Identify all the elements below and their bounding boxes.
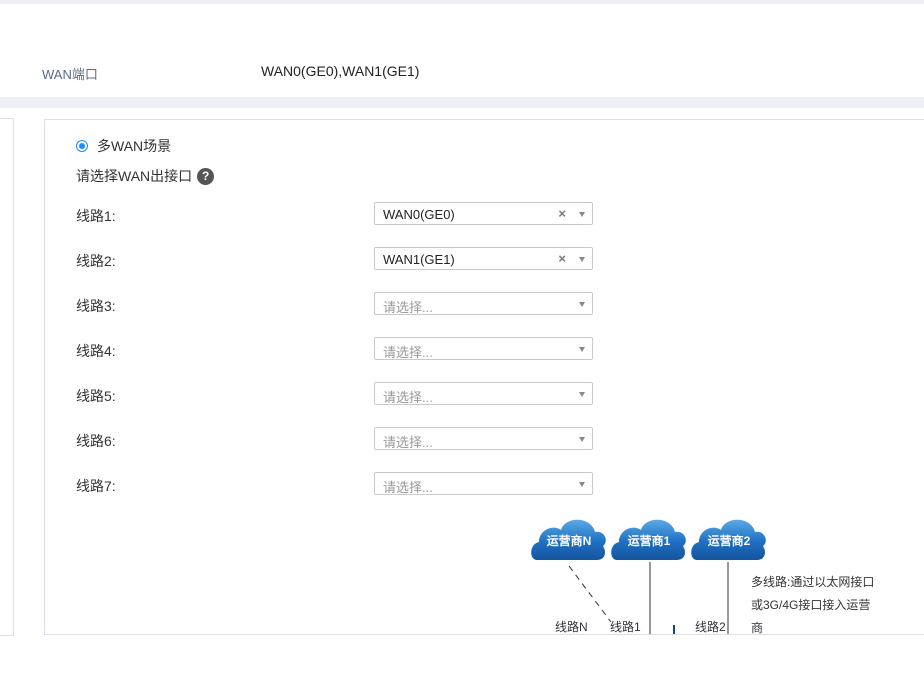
multi-wan-radio[interactable]: 多WAN场景 [76,136,171,156]
radio-button-selected[interactable] [76,140,88,152]
line-label-1: 线路1 [610,619,641,634]
line-label-2: 线路2 [695,619,726,634]
diagram-description: 多线路:通过以太网接口或3G/4G接口接入运营商 [751,575,875,635]
line-2-select[interactable]: WAN1(GE1) × [374,247,593,270]
line-row-2: 线路2: WAN1(GE1) × [76,247,596,271]
line-3-select[interactable]: 请选择... [374,292,593,315]
line-row-3: 线路3: 请选择... [76,292,596,316]
select-placeholder: 请选择... [383,300,433,315]
multi-wan-radio-label: 多WAN场景 [97,138,172,154]
line-5-select[interactable]: 请选择... [374,382,593,405]
chevron-down-icon[interactable] [579,482,585,487]
line-label: 线路6: [76,433,116,449]
wan-port-value: WAN0(GE0),WAN1(GE1) [261,63,420,79]
line-row-4: 线路4: 请选择... [76,337,596,361]
line-7-select[interactable]: 请选择... [374,472,593,495]
chevron-down-icon[interactable] [579,392,585,397]
line-label: 线路3: [76,298,116,314]
cloud-icon-isp-2: 运营商2 [691,519,766,560]
chevron-down-icon[interactable] [579,437,585,442]
multi-wan-panel: 多WAN场景 请选择WAN出接口 ? 线路1: WAN0(GE0) × 线路2:… [44,119,924,635]
select-placeholder: 请选择... [383,480,433,495]
clear-icon[interactable]: × [558,206,566,221]
line-row-1: 线路1: WAN0(GE0) × [76,202,596,226]
select-value: WAN1(GE1) [383,252,455,267]
cloud-label-isp-1: 运营商1 [628,533,671,548]
help-icon[interactable]: ? [197,167,215,185]
line-label: 线路5: [76,388,116,404]
line-label: 线路4: [76,343,116,359]
chevron-down-icon[interactable] [579,302,585,307]
wan-select-title-text: 请选择WAN出接口 [76,168,193,184]
line-row-5: 线路5: 请选择... [76,382,596,406]
line-label-n: 线路N [555,619,588,634]
multi-line-diagram: 运营商N 运营商1 运营商2 线路N 线路1 线路2 [531,519,766,634]
section-divider [0,97,924,108]
select-value: WAN0(GE0) [383,207,455,222]
line-1-select[interactable]: WAN0(GE0) × [374,202,593,225]
cloud-label-isp-2: 运营商2 [708,533,751,548]
left-panel [0,118,14,636]
line-label: 线路7: [76,478,116,494]
wan-select-title: 请选择WAN出接口 ? [76,166,215,186]
line-label: 线路1: [76,208,116,224]
cloud-label-isp-n: 运营商N [547,533,592,548]
chevron-down-icon[interactable] [579,257,585,262]
select-placeholder: 请选择... [383,390,433,405]
link-line-n [568,565,612,623]
select-placeholder: 请选择... [383,435,433,450]
clear-icon[interactable]: × [558,251,566,266]
wan-port-row: WAN端口 WAN0(GE0),WAN1(GE1) [0,4,924,97]
line-row-6: 线路6: 请选择... [76,427,596,451]
line-label: 线路2: [76,253,116,269]
line-4-select[interactable]: 请选择... [374,337,593,360]
select-placeholder: 请选择... [383,345,433,360]
chevron-down-icon[interactable] [579,347,585,352]
cloud-icon-isp-1: 运营商1 [611,519,686,560]
line-6-select[interactable]: 请选择... [374,427,593,450]
cloud-icon-isp-n: 运营商N [531,519,606,560]
wan-port-label: WAN端口 [42,67,98,82]
line-row-7: 线路7: 请选择... [76,472,596,496]
chevron-down-icon[interactable] [579,212,585,217]
